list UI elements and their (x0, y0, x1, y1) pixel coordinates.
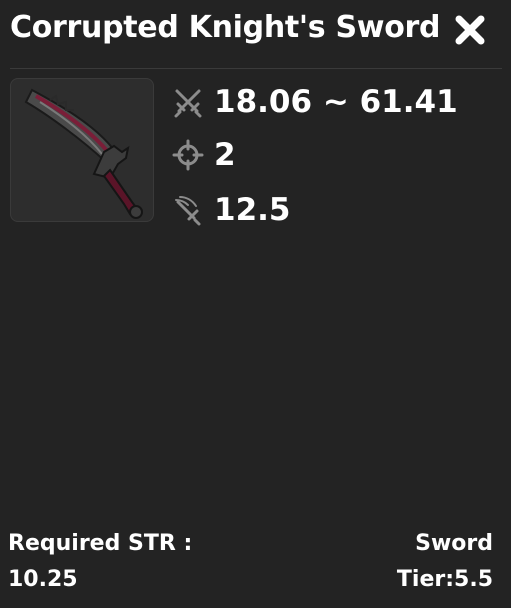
close-icon (455, 15, 485, 45)
required-str-value: 10.25 (8, 567, 78, 592)
crosshair-icon (172, 139, 204, 171)
item-tier: Tier:5.5 (396, 567, 493, 592)
speed-value: 12.5 (214, 192, 291, 228)
item-tooltip-panel: Corrupted Knight's Sword 18.06 ~ 61.41 2… (0, 0, 511, 608)
required-str-label: Required STR : (8, 531, 193, 556)
accuracy-value: 2 (214, 137, 236, 173)
speed-stat: 12.5 (172, 190, 291, 230)
item-type: Sword (415, 531, 493, 556)
crossed-swords-icon (174, 89, 202, 118)
item-name: Corrupted Knight's Sword (10, 10, 441, 45)
accuracy-stat: 2 (172, 135, 236, 175)
damage-stat: 18.06 ~ 61.41 (172, 82, 458, 122)
item-image-frame (10, 78, 154, 222)
header-divider (10, 68, 502, 69)
swinging-sword-icon (175, 196, 201, 226)
close-button[interactable] (452, 12, 488, 48)
damage-value: 18.06 ~ 61.41 (214, 84, 458, 120)
corrupted-sword-icon (24, 88, 143, 219)
